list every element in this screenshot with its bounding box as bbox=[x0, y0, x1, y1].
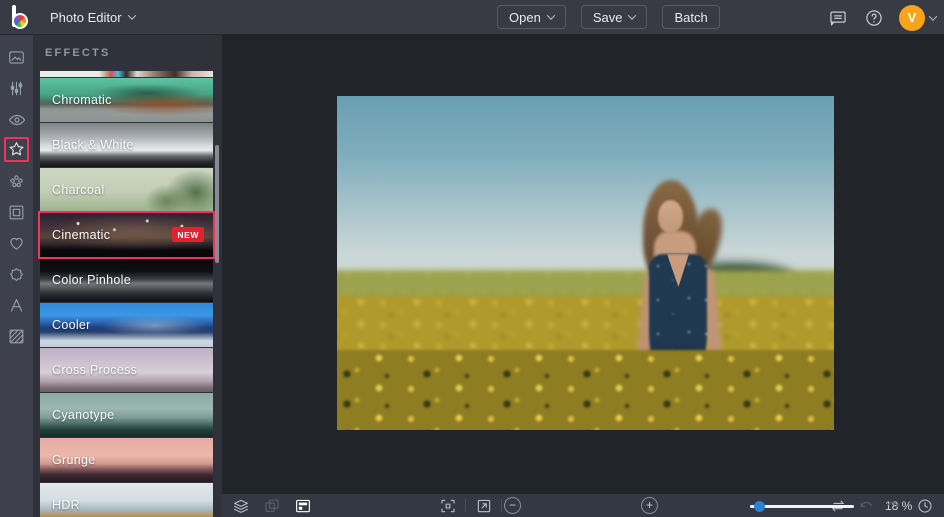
save-label: Save bbox=[593, 10, 623, 25]
batch-button[interactable]: Batch bbox=[662, 5, 719, 29]
effect-label: Cooler bbox=[40, 318, 91, 332]
panel-title: EFFECTS bbox=[45, 47, 111, 59]
sidebar-item-adjust[interactable] bbox=[4, 76, 29, 101]
redo-icon[interactable] bbox=[882, 495, 903, 516]
logo-color-wheel bbox=[12, 13, 28, 29]
compare-icon[interactable] bbox=[827, 495, 848, 516]
effect-label: Color Pinhole bbox=[40, 273, 131, 287]
sidebar-item-frames[interactable] bbox=[4, 200, 29, 225]
toolbar-separator bbox=[501, 499, 502, 512]
effect-label: Cyanotype bbox=[40, 408, 114, 422]
effect-thumb-charcoal[interactable]: Charcoal bbox=[40, 168, 213, 212]
photo-woman-face bbox=[658, 200, 683, 233]
effect-thumb-cyanotype[interactable]: Cyanotype bbox=[40, 393, 213, 437]
account-menu[interactable]: V bbox=[899, 5, 936, 31]
save-button[interactable]: Save bbox=[581, 5, 648, 29]
effect-label: Chromatic bbox=[40, 93, 112, 107]
feedback-chat-icon[interactable] bbox=[827, 7, 849, 29]
sidebar-item-effects[interactable] bbox=[4, 137, 29, 162]
effects-panel: EFFECTS Chromatic Black & White Charcoal… bbox=[33, 35, 222, 517]
photo-image bbox=[337, 96, 834, 430]
tool-rail bbox=[0, 35, 33, 517]
layout-template-icon[interactable] bbox=[292, 495, 313, 516]
effect-thumb-color-pinhole[interactable]: Color Pinhole bbox=[40, 258, 213, 302]
app-menu-label: Photo Editor bbox=[50, 10, 122, 25]
open-external-icon[interactable] bbox=[473, 495, 494, 516]
effect-thumb-cooler[interactable]: Cooler bbox=[40, 303, 213, 347]
zoom-out-button[interactable]: − bbox=[504, 497, 521, 514]
sidebar-item-textures[interactable] bbox=[4, 324, 29, 349]
crop-rotate-icon[interactable] bbox=[261, 495, 282, 516]
new-badge: NEW bbox=[172, 227, 204, 242]
chevron-down-icon bbox=[929, 12, 937, 20]
effect-thumb-cinematic[interactable]: Cinematic NEW bbox=[40, 213, 213, 257]
chevron-down-icon bbox=[127, 11, 135, 19]
open-label: Open bbox=[509, 10, 541, 25]
sidebar-item-touch-up[interactable] bbox=[4, 107, 29, 132]
sidebar-item-text[interactable] bbox=[4, 293, 29, 318]
chevron-down-icon bbox=[547, 11, 555, 19]
sidebar-item-graphics[interactable] bbox=[4, 262, 29, 287]
canvas-area[interactable] bbox=[222, 35, 944, 494]
befunky-logo[interactable] bbox=[8, 4, 35, 31]
avatar: V bbox=[899, 5, 925, 31]
effect-thumb-partial[interactable] bbox=[40, 71, 213, 77]
zoom-slider-handle[interactable] bbox=[754, 501, 765, 512]
zoom-in-button[interactable]: + bbox=[641, 497, 658, 514]
topbar-right-group: V bbox=[827, 0, 936, 35]
effect-label: Charcoal bbox=[40, 183, 104, 197]
effect-thumb-cross-process[interactable]: Cross Process bbox=[40, 348, 213, 392]
effect-label: Grunge bbox=[40, 453, 96, 467]
photo-sky bbox=[337, 96, 834, 290]
effect-label: HDR bbox=[40, 498, 80, 512]
sidebar-item-artsy[interactable] bbox=[4, 169, 29, 194]
open-button[interactable]: Open bbox=[497, 5, 566, 29]
effect-thumb-chromatic[interactable]: Chromatic bbox=[40, 78, 213, 122]
effect-label: Black & White bbox=[40, 138, 134, 152]
effects-scrollbar[interactable] bbox=[215, 145, 219, 263]
app-menu-button[interactable]: Photo Editor bbox=[38, 5, 147, 29]
photo-field-near bbox=[337, 350, 834, 430]
top-bar: Photo Editor Open Save Batch bbox=[0, 0, 944, 35]
effect-thumb-black-and-white[interactable]: Black & White bbox=[40, 123, 213, 167]
toolbar-separator bbox=[465, 499, 466, 512]
file-actions: Open Save Batch bbox=[497, 5, 720, 29]
layers-icon[interactable] bbox=[230, 495, 251, 516]
effect-thumb-hdr[interactable]: HDR bbox=[40, 483, 213, 517]
effect-label: Cross Process bbox=[40, 363, 137, 377]
photo-editor-app: Photo Editor Open Save Batch bbox=[0, 0, 944, 517]
bottom-toolbar: − + 18 % bbox=[222, 494, 944, 517]
sidebar-item-overlays[interactable] bbox=[4, 231, 29, 256]
sidebar-item-image[interactable] bbox=[4, 45, 29, 70]
history-icon[interactable] bbox=[914, 495, 935, 516]
effect-label: Cinematic bbox=[40, 228, 110, 242]
undo-icon[interactable] bbox=[855, 495, 876, 516]
batch-label: Batch bbox=[674, 10, 707, 25]
chevron-down-icon bbox=[628, 11, 636, 19]
effect-thumb-grunge[interactable]: Grunge bbox=[40, 438, 213, 482]
help-icon[interactable] bbox=[863, 7, 885, 29]
fit-to-screen-icon[interactable] bbox=[437, 495, 458, 516]
